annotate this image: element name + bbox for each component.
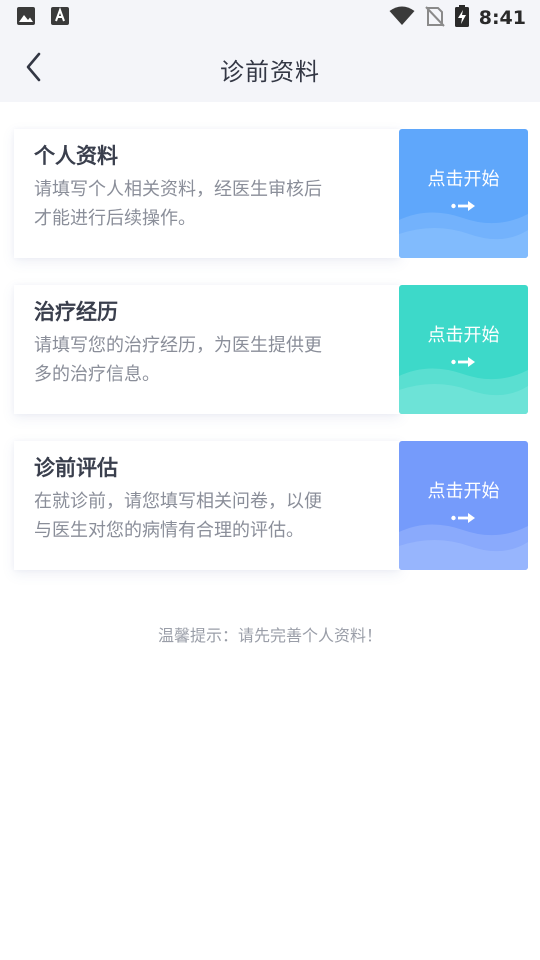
battery-charging-icon	[454, 5, 469, 31]
start-button[interactable]: 点击开始	[399, 441, 528, 570]
start-button-label: 点击开始	[427, 481, 500, 502]
start-button[interactable]: 点击开始	[399, 285, 528, 414]
card-description-line: 在就诊前，请您填写相关问卷，以便	[34, 491, 322, 512]
card-description: 请填写您的治疗经历，为医生提供更 多的治疗信息。	[34, 331, 380, 389]
font-download-icon	[50, 6, 70, 30]
card-pre-assessment: 诊前评估 在就诊前，请您填写相关问卷，以便 与医生对您的病情有合理的评估。 点击…	[14, 441, 528, 570]
chevron-left-icon	[24, 52, 44, 86]
header-area: 8:41 诊前资料	[0, 0, 540, 102]
card-description-line: 与医生对您的病情有合理的评估。	[34, 520, 304, 541]
arrow-right-icon	[450, 509, 477, 528]
card-body: 个人资料 请填写个人相关资料，经医生审核后 才能进行后续操作。	[14, 129, 400, 258]
card-body: 治疗经历 请填写您的治疗经历，为医生提供更 多的治疗信息。	[14, 285, 400, 414]
card-treatment-history: 治疗经历 请填写您的治疗经历，为医生提供更 多的治疗信息。 点击开始	[14, 285, 528, 414]
card-personal-info: 个人资料 请填写个人相关资料，经医生审核后 才能进行后续操作。 点击开始	[14, 129, 528, 258]
image-icon	[16, 6, 36, 30]
page-title: 诊前资料	[220, 57, 320, 86]
start-button-label: 点击开始	[427, 169, 500, 190]
card-description-line: 多的治疗信息。	[34, 364, 160, 385]
card-title: 个人资料	[34, 144, 118, 168]
hint-text: 温馨提示：请先完善个人资料！	[157, 626, 382, 645]
card-description-line: 才能进行后续操作。	[34, 208, 196, 229]
card-description-line: 请填写个人相关资料，经医生审核后	[34, 179, 322, 200]
start-button-label: 点击开始	[427, 325, 500, 346]
card-description: 请填写个人相关资料，经医生审核后 才能进行后续操作。	[34, 175, 380, 233]
arrow-right-icon	[450, 353, 477, 372]
status-time: 8:41	[478, 7, 526, 29]
status-bar: 8:41	[0, 0, 540, 36]
status-left-icons	[16, 6, 70, 30]
no-sim-icon	[425, 5, 445, 31]
arrow-right-icon	[450, 197, 477, 216]
card-title: 诊前评估	[34, 456, 118, 480]
card-description-line: 请填写您的治疗经历，为医生提供更	[34, 335, 322, 356]
card-description: 在就诊前，请您填写相关问卷，以便 与医生对您的病情有合理的评估。	[34, 487, 380, 545]
back-button[interactable]	[14, 49, 54, 89]
card-title: 治疗经历	[34, 300, 118, 324]
start-button[interactable]: 点击开始	[399, 129, 528, 258]
card-body: 诊前评估 在就诊前，请您填写相关问卷，以便 与医生对您的病情有合理的评估。	[14, 441, 400, 570]
nav-bar: 诊前资料	[0, 36, 540, 102]
status-right-icons: 8:41	[389, 5, 526, 31]
wifi-icon	[389, 6, 415, 30]
